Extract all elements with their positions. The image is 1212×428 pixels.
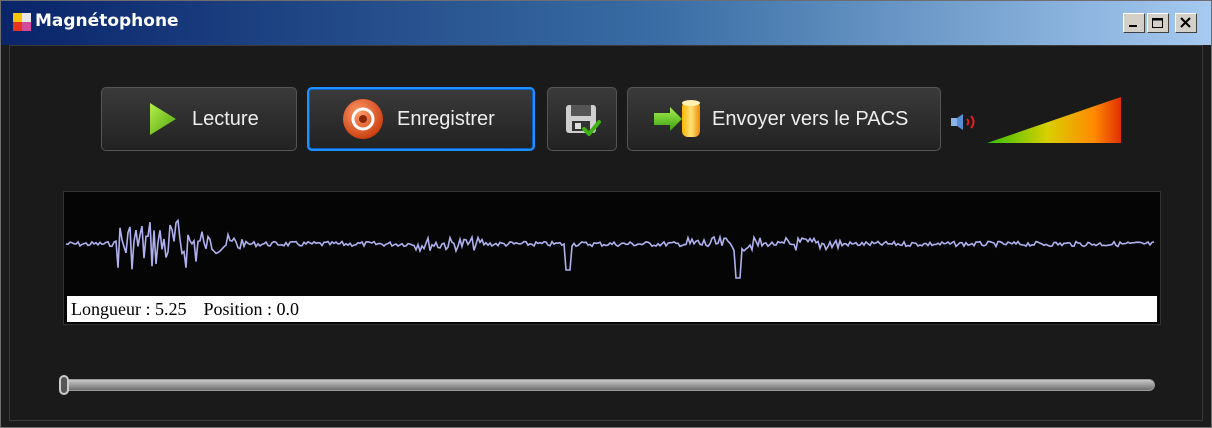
record-icon	[343, 99, 383, 139]
volume-slider[interactable]	[985, 95, 1125, 145]
app-icon	[13, 13, 31, 31]
close-icon	[1180, 17, 1191, 28]
play-label: Lecture	[192, 107, 259, 130]
send-to-pacs-label: Envoyer vers le PACS	[712, 107, 909, 130]
title-bar: Magnétophone	[1, 1, 1211, 45]
save-button[interactable]	[547, 87, 617, 151]
length-label: Longueur :	[71, 299, 151, 319]
status-bar: Longueur : 5.25 Position : 0.0	[67, 296, 1157, 322]
window-title: Magnétophone	[35, 11, 179, 31]
maximize-button[interactable]	[1147, 13, 1169, 33]
seek-slider-track[interactable]	[63, 379, 1155, 391]
play-button[interactable]: Lecture	[101, 87, 297, 151]
seek-slider-thumb[interactable]	[59, 375, 69, 395]
speaker-icon[interactable]	[949, 113, 981, 131]
position-label: Position :	[203, 299, 273, 319]
send-to-pacs-button[interactable]: Envoyer vers le PACS	[627, 87, 941, 151]
waveform	[65, 218, 1155, 279]
play-icon	[150, 103, 176, 135]
record-label: Enregistrer	[397, 107, 495, 130]
position-value: 0.0	[276, 299, 300, 319]
save-disk-icon	[566, 105, 601, 136]
length-value: 5.25	[154, 299, 187, 319]
minimize-button[interactable]	[1123, 13, 1145, 33]
close-button[interactable]	[1175, 13, 1197, 33]
maximize-icon	[1152, 18, 1163, 28]
send-to-pacs-icon	[654, 100, 700, 137]
minimize-icon	[1129, 25, 1137, 27]
record-button[interactable]: Enregistrer	[307, 87, 535, 151]
app-window: Magnétophone Lecture Enregistrer Envoyer…	[0, 0, 1212, 428]
